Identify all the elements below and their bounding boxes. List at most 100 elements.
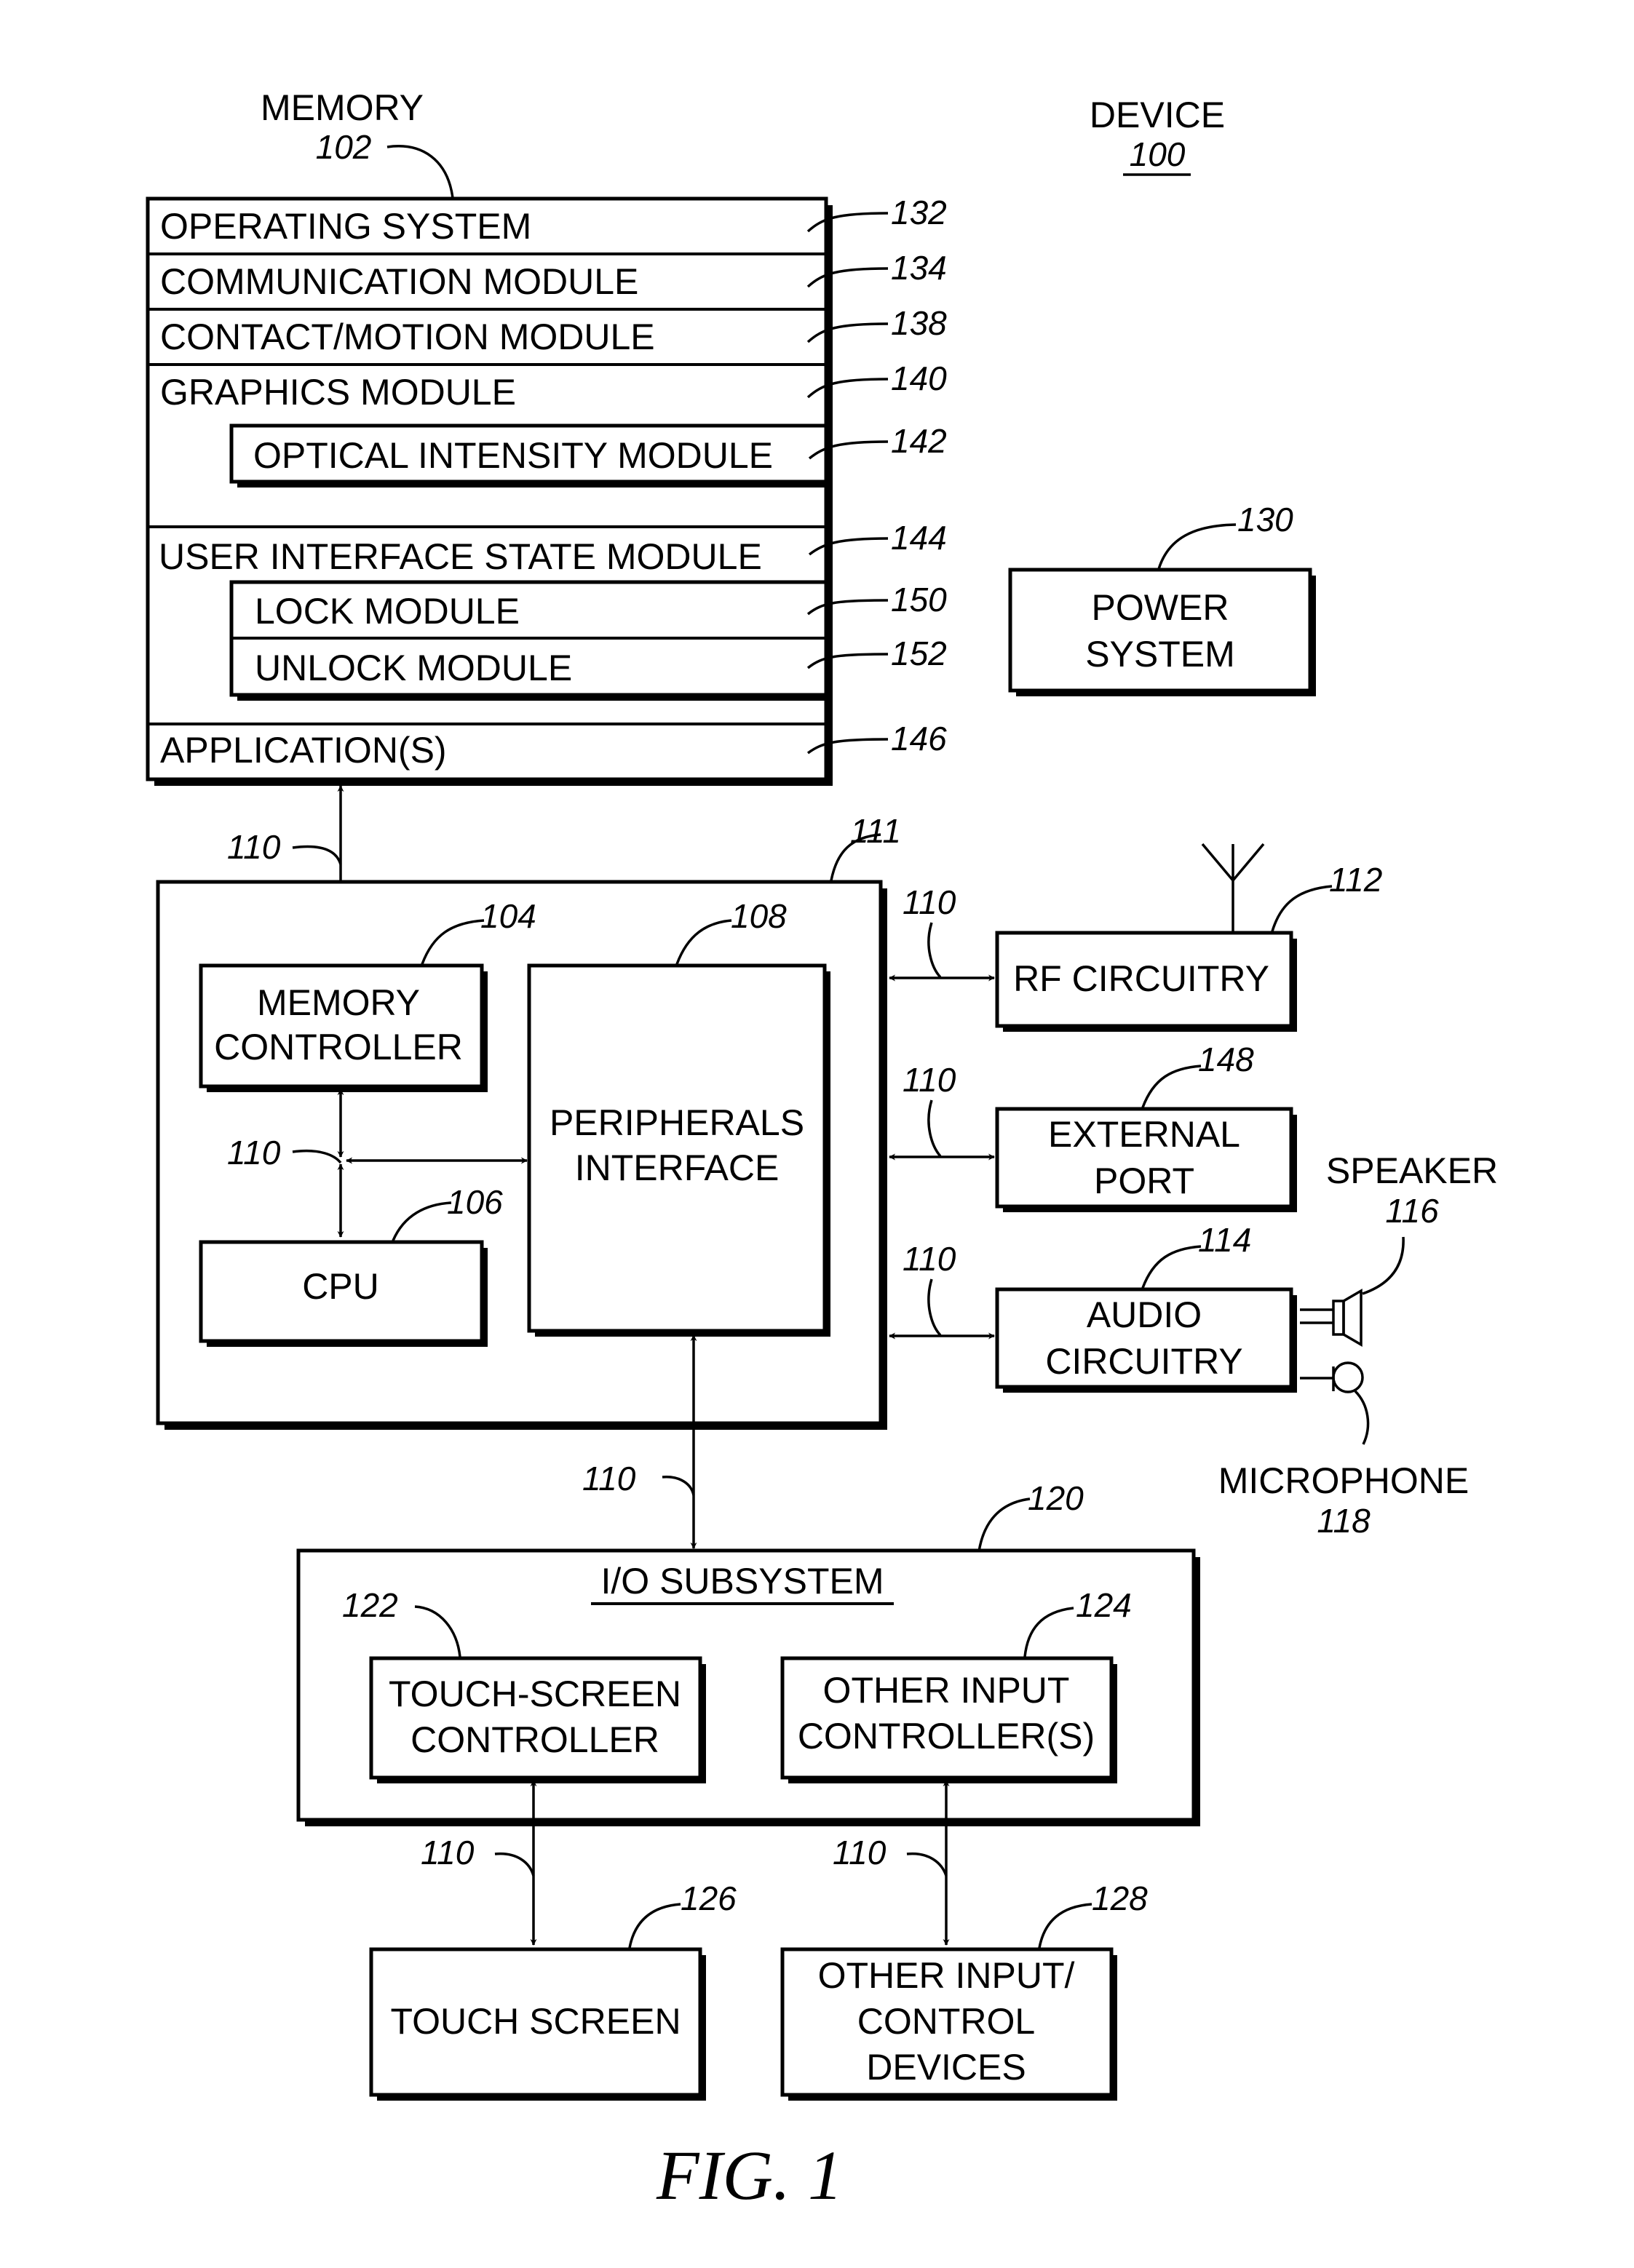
memory-row-operating-system[interactable]: OPERATING SYSTEM bbox=[160, 206, 531, 247]
rf-leader bbox=[1271, 885, 1333, 932]
power-system-line2: SYSTEM bbox=[1085, 634, 1235, 675]
touch-controller-line2: CONTROLLER bbox=[411, 1719, 659, 1760]
touch-screen-label: TOUCH SCREEN bbox=[390, 2001, 681, 2042]
bus-label-top: 110 bbox=[227, 828, 281, 866]
memory-controller-line1: MEMORY bbox=[257, 982, 420, 1023]
other-devices-line3: DEVICES bbox=[866, 2047, 1026, 2088]
ref-144: 144 bbox=[891, 519, 947, 557]
power-system-line1: POWER bbox=[1092, 587, 1229, 628]
io-subsystem-ref: 120 bbox=[1028, 1479, 1084, 1517]
memory-controller-ref: 104 bbox=[480, 897, 536, 935]
other-devices-line1: OTHER INPUT/ bbox=[818, 1955, 1075, 1996]
bus-label-leader-ext bbox=[927, 1099, 942, 1158]
bus-label-audio: 110 bbox=[903, 1240, 956, 1278]
speaker-label: SPEAKER bbox=[1326, 1150, 1498, 1191]
block-diagram: DEVICE 100 MEMORY 102 OPERATING SYSTEM C… bbox=[146, 87, 1498, 2214]
rf-ref: 112 bbox=[1329, 861, 1382, 899]
ref-132: 132 bbox=[891, 194, 947, 231]
microphone-icon bbox=[1332, 1361, 1364, 1393]
other-controllers-line2: CONTROLLER(S) bbox=[798, 1716, 1095, 1756]
cpu-ref: 106 bbox=[447, 1183, 503, 1221]
other-controllers-ref: 124 bbox=[1076, 1586, 1132, 1624]
bus-label-io: 110 bbox=[582, 1460, 636, 1497]
speaker-group[interactable]: SPEAKER 116 bbox=[1300, 1150, 1498, 1348]
power-system-block[interactable]: 130 POWER SYSTEM bbox=[1008, 501, 1316, 696]
external-port-block[interactable]: 148 EXTERNAL PORT bbox=[995, 1041, 1297, 1212]
memory-row-communication-module[interactable]: COMMUNICATION MODULE bbox=[160, 261, 638, 302]
device-ref: 100 bbox=[1130, 135, 1186, 173]
io-subsystem-label: I/O SUBSYSTEM bbox=[601, 1561, 884, 1601]
external-port-line2: PORT bbox=[1094, 1161, 1194, 1201]
bus-label-ext: 110 bbox=[903, 1061, 956, 1099]
memory-row-unlock-module[interactable]: UNLOCK MODULE bbox=[255, 648, 572, 688]
bus-label-other: 110 bbox=[833, 1834, 887, 1871]
io-subsystem-leader bbox=[977, 1497, 1031, 1552]
external-port-ref: 148 bbox=[1198, 1041, 1254, 1078]
audio-ref: 114 bbox=[1198, 1221, 1251, 1259]
bus-label-leader-io bbox=[662, 1476, 695, 1496]
touch-controller-ref: 122 bbox=[342, 1586, 398, 1624]
bus-label-leader-rf bbox=[927, 922, 942, 979]
speaker-leader bbox=[1362, 1236, 1405, 1295]
bus-label-leader-audio bbox=[927, 1278, 942, 1337]
chip-block: 111 104 MEMORY CONTROLLER 110 106 CPU 10… bbox=[156, 812, 901, 1430]
speaker-ref: 116 bbox=[1385, 1192, 1439, 1230]
peripherals-line1: PERIPHERALS bbox=[550, 1102, 804, 1143]
antenna-icon bbox=[1201, 843, 1265, 891]
bus-label-touch: 110 bbox=[421, 1834, 475, 1871]
bus-label-internal: 110 bbox=[227, 1134, 281, 1171]
external-port-leader bbox=[1141, 1065, 1202, 1108]
memory-row-contact-motion-module[interactable]: CONTACT/MOTION MODULE bbox=[160, 317, 655, 357]
peripherals-ref: 108 bbox=[731, 897, 787, 935]
power-system-ref: 130 bbox=[1237, 501, 1293, 538]
ref-142: 142 bbox=[891, 422, 947, 460]
touch-screen-block[interactable]: 126 TOUCH SCREEN bbox=[369, 1879, 737, 2101]
memory-row-lock-module[interactable]: LOCK MODULE bbox=[255, 591, 520, 632]
other-input-devices-block[interactable]: 128 OTHER INPUT/ CONTROL DEVICES bbox=[780, 1879, 1148, 2101]
memory-row-ui-state-module[interactable]: USER INTERFACE STATE MODULE bbox=[159, 536, 762, 577]
memory-leader bbox=[386, 145, 454, 199]
microphone-ref: 118 bbox=[1317, 1502, 1371, 1540]
ref-138: 138 bbox=[891, 304, 947, 342]
audio-line1: AUDIO bbox=[1087, 1294, 1202, 1335]
bus-label-rf: 110 bbox=[903, 883, 956, 921]
ref-134: 134 bbox=[891, 249, 947, 287]
bus-label-leader-top bbox=[292, 845, 342, 865]
bus-label-leader-touch bbox=[494, 1852, 535, 1877]
memory-label: MEMORY bbox=[261, 87, 424, 128]
ref-140: 140 bbox=[891, 359, 947, 397]
chip-ref: 111 bbox=[850, 812, 901, 850]
audio-line2: CIRCUITRY bbox=[1045, 1341, 1242, 1382]
other-controllers-line1: OTHER INPUT bbox=[823, 1670, 1070, 1711]
peripherals-line2: INTERFACE bbox=[575, 1147, 780, 1188]
memory-block: MEMORY 102 OPERATING SYSTEM COMMUNICATIO… bbox=[146, 87, 947, 786]
io-subsystem-block: 120 I/O SUBSYSTEM 122 TOUCH-SCREEN CONTR… bbox=[296, 1479, 1200, 1826]
audio-circuitry-block[interactable]: 114 AUDIO CIRCUITRY bbox=[995, 1221, 1297, 1393]
bus-label-leader-other bbox=[906, 1852, 948, 1877]
other-devices-line2: CONTROL bbox=[857, 2001, 1035, 2042]
other-devices-ref: 128 bbox=[1092, 1879, 1148, 1917]
ref-152: 152 bbox=[891, 634, 947, 672]
other-devices-leader bbox=[1038, 1903, 1092, 1949]
memory-controller-line2: CONTROLLER bbox=[214, 1027, 463, 1067]
rf-label: RF CIRCUITRY bbox=[1013, 958, 1269, 999]
device-label: DEVICE bbox=[1090, 95, 1225, 135]
microphone-leader bbox=[1354, 1390, 1370, 1445]
memory-ref: 102 bbox=[316, 128, 372, 166]
speaker-icon bbox=[1332, 1288, 1363, 1348]
rf-circuitry-block[interactable]: 112 RF CIRCUITRY bbox=[995, 843, 1382, 1032]
ref-150: 150 bbox=[891, 581, 947, 618]
figure-caption: FIG. 1 bbox=[656, 2136, 843, 2214]
cpu-label: CPU bbox=[302, 1266, 379, 1307]
touch-controller-line1: TOUCH-SCREEN bbox=[389, 1674, 681, 1714]
power-system-leader bbox=[1157, 523, 1237, 570]
touch-screen-ref: 126 bbox=[681, 1879, 737, 1917]
external-port-line1: EXTERNAL bbox=[1048, 1114, 1240, 1155]
microphone-label: MICROPHONE bbox=[1218, 1460, 1469, 1501]
audio-leader bbox=[1141, 1245, 1202, 1289]
memory-row-applications[interactable]: APPLICATION(S) bbox=[160, 730, 447, 771]
ref-146: 146 bbox=[891, 720, 947, 757]
memory-row-optical-intensity-module[interactable]: OPTICAL INTENSITY MODULE bbox=[253, 435, 773, 476]
memory-row-graphics-module[interactable]: GRAPHICS MODULE bbox=[160, 372, 516, 413]
touch-screen-leader bbox=[628, 1903, 681, 1949]
